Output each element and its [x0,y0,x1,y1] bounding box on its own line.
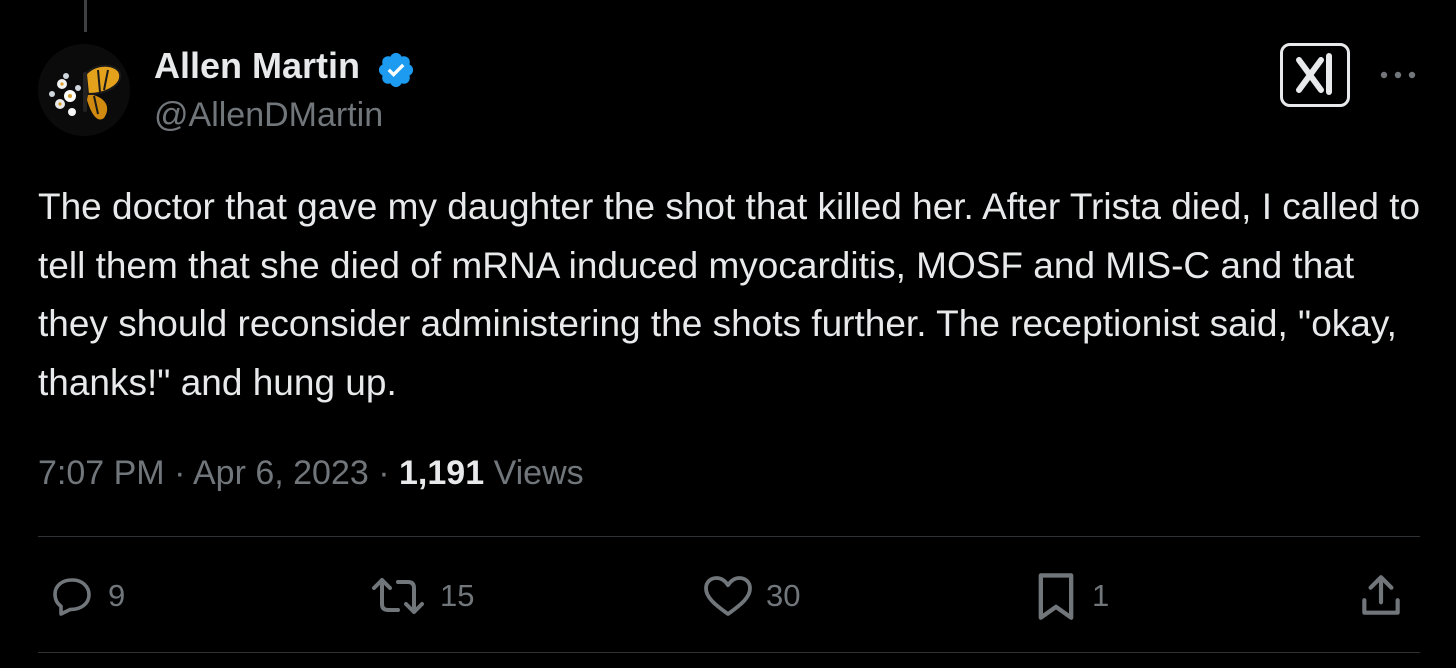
tweet-date[interactable]: Apr 6, 2023 [193,454,369,492]
bookmark-button[interactable]: 1 [1032,568,1109,624]
divider-bottom [38,652,1420,653]
reply-button[interactable]: 9 [48,568,125,624]
more-icon [1380,71,1416,79]
more-options-button[interactable] [1378,60,1418,90]
views-label[interactable]: Views [494,454,584,492]
verified-badge-icon[interactable] [376,50,416,90]
repost-button[interactable]: 15 [368,568,474,624]
like-button[interactable]: 30 [702,568,800,624]
user-handle[interactable]: @AllenDMartin [154,94,383,136]
tweet-time[interactable]: 7:07 PM [38,454,165,492]
reply-icon [53,578,91,616]
meta-separator: · [378,454,390,492]
tweet-text: The doctor that gave my daughter the sho… [38,186,1421,403]
tweet-metadata: 7:07 PM · Apr 6, 2023 · 1,191 Views [38,452,584,494]
meta-separator: · [174,454,186,492]
reply-count: 9 [108,578,126,613]
repost-icon [372,578,424,614]
bookmark-icon [1038,573,1074,620]
butterfly-avatar-image [38,44,130,136]
bookmark-count: 1 [1092,578,1110,613]
divider-top [38,536,1420,537]
grok-button[interactable] [1280,43,1350,107]
display-name[interactable]: Allen Martin [154,44,360,88]
share-button[interactable] [1356,568,1406,624]
heart-icon [704,576,752,616]
avatar[interactable] [38,44,130,136]
share-icon [1362,575,1400,615]
like-count: 30 [766,578,801,613]
repost-count: 15 [440,578,475,613]
views-count[interactable]: 1,191 [399,454,484,492]
grok-icon [1296,53,1332,95]
thread-connector-line [84,0,87,32]
